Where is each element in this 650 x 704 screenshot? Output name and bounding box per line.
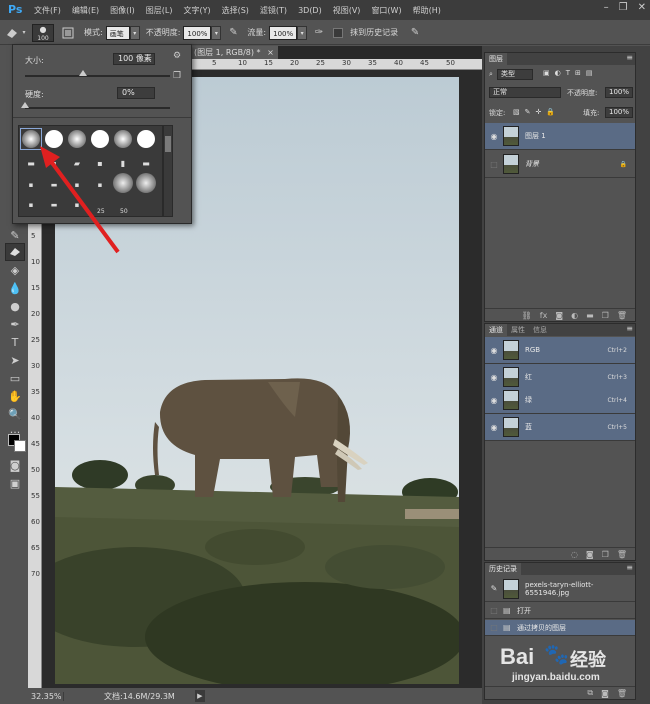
filter-icons[interactable]: ▣◐T⊞▤ [543,69,597,77]
channel-thumbnail [503,340,519,360]
delete-state-icon[interactable]: 🗑 [617,689,627,698]
filter-kind-icon[interactable]: ⌕ [489,70,493,79]
layer-thumbnail [503,126,519,146]
lock-icons[interactable]: ▧✎✛🔒 [513,108,560,116]
channel-row-green[interactable]: ◉ 绿 Ctrl+4 [485,387,635,414]
load-selection-icon[interactable]: ◌ [571,550,578,559]
channel-shortcut: Ctrl+2 [607,346,627,354]
layer-opacity-input[interactable]: 100% [605,87,633,98]
eye-icon[interactable]: ◉ [485,396,503,405]
watermark-brand: Bai [500,644,535,669]
new-document-from-state-icon[interactable]: ⧉ [587,688,593,698]
tab-properties[interactable]: 属性 [507,324,529,336]
new-snapshot-icon[interactable]: ◙ [601,689,609,698]
history-item-open[interactable]: □ ▤ 打开 [485,603,635,619]
channels-panel-footer: ◌ ◙ ❐ 🗑 [485,547,635,560]
eye-icon[interactable]: ◉ [485,373,503,382]
opacity-label: 不透明度: [567,89,598,97]
history-step-icon: ▤ [503,606,511,615]
channel-thumbnail [503,417,519,437]
layer-filter-select[interactable]: 类型 [497,69,533,80]
snapshot-thumbnail [503,578,519,599]
new-layer-icon[interactable]: ❐ [602,311,609,320]
history-snapshot[interactable]: ✎ pexels-taryn-elliott-6551946.jpg [485,576,635,602]
link-layers-icon[interactable]: ⛓ [522,311,532,320]
adjustment-layer-icon[interactable]: ◐ [571,311,578,320]
add-mask-icon[interactable]: ◙ [555,311,563,320]
layer-name: 图层 1 [525,132,546,140]
layer-row-layer1[interactable]: ◉ 图层 1 [485,123,635,150]
new-channel-icon[interactable]: ❐ [602,550,609,559]
channel-shortcut: Ctrl+5 [607,423,627,431]
history-brush-icon[interactable]: ✎ [485,584,503,593]
history-checkbox[interactable]: □ [485,623,503,632]
baidu-jingyan-watermark: Bai 🐾 经验 jingyan.baidu.com [488,638,643,688]
channel-name: 绿 [525,396,532,404]
panel-menu-icon[interactable]: ≡ [626,563,633,572]
layer-thumbnail [503,154,519,174]
channels-panel-tabs: 通道 属性 信息 [485,324,635,336]
layers-panel-tabs: 图层 [485,53,635,65]
history-panel-tabs: 历史记录 [485,563,635,575]
history-checkbox[interactable]: □ [485,606,503,615]
layer-row-background[interactable]: □ 背景 🔒 [485,151,635,178]
delete-channel-icon[interactable]: 🗑 [617,550,627,559]
channel-thumbnail [503,367,519,387]
watermark-brand-cn: 经验 [570,650,606,670]
tab-history[interactable]: 历史记录 [485,563,521,575]
panel-menu-icon[interactable]: ≡ [626,53,633,62]
eye-icon[interactable]: ◉ [485,346,503,355]
channel-shortcut: Ctrl+4 [607,396,627,404]
tab-info[interactable]: 信息 [529,324,551,336]
panel-menu-icon[interactable]: ≡ [626,324,633,333]
watermark-url: jingyan.baidu.com [512,672,600,683]
eye-icon[interactable]: ◉ [485,132,503,141]
lock-label: 锁定: [489,109,506,117]
eye-icon[interactable]: □ [485,160,503,169]
history-step-name: 打开 [517,606,531,615]
channel-row-rgb[interactable]: ◉ RGB Ctrl+2 [485,337,635,364]
blend-mode-select[interactable]: 正常 [489,87,561,98]
eye-icon[interactable]: ◉ [485,423,503,432]
history-step-icon: ▤ [503,623,511,632]
channels-panel: 通道 属性 信息 ≡ ◉ RGB Ctrl+2 ◉ 红 Ctrl+3 ◉ 绿 C… [484,323,636,561]
tab-layers[interactable]: 图层 [485,53,507,65]
history-step-name: 通过拷贝的图层 [517,623,566,632]
lock-icon: 🔒 [619,160,627,168]
delete-layer-icon[interactable]: 🗑 [617,311,627,320]
tab-channels[interactable]: 通道 [485,324,507,336]
paw-icon: 🐾 [544,644,569,666]
save-selection-icon[interactable]: ◙ [586,550,594,559]
layers-panel: 图层 ≡ ⌕ 类型 ▣◐T⊞▤ 正常 不透明度: 100% 锁定: ▧✎✛🔒 填… [484,52,636,322]
layers-panel-footer: ⛓ fx ◙ ◐ ▬ ❐ 🗑 [485,308,635,321]
history-item-layer-via-copy[interactable]: □ ▤ 通过拷贝的图层 [485,620,635,636]
fill-input[interactable]: 100% [605,107,633,118]
channel-thumbnail [503,390,519,410]
channel-name: 红 [525,373,532,381]
channel-shortcut: Ctrl+3 [607,373,627,381]
channel-name: RGB [525,346,541,354]
snapshot-name: pexels-taryn-elliott-6551946.jpg [525,580,594,597]
fx-icon[interactable]: fx [540,311,548,320]
channel-name: 蓝 [525,423,532,431]
fill-label: 填充: [583,109,600,117]
new-group-icon[interactable]: ▬ [586,311,594,320]
channel-row-blue[interactable]: ◉ 蓝 Ctrl+5 [485,414,635,441]
layer-name: 背景 [525,160,539,168]
